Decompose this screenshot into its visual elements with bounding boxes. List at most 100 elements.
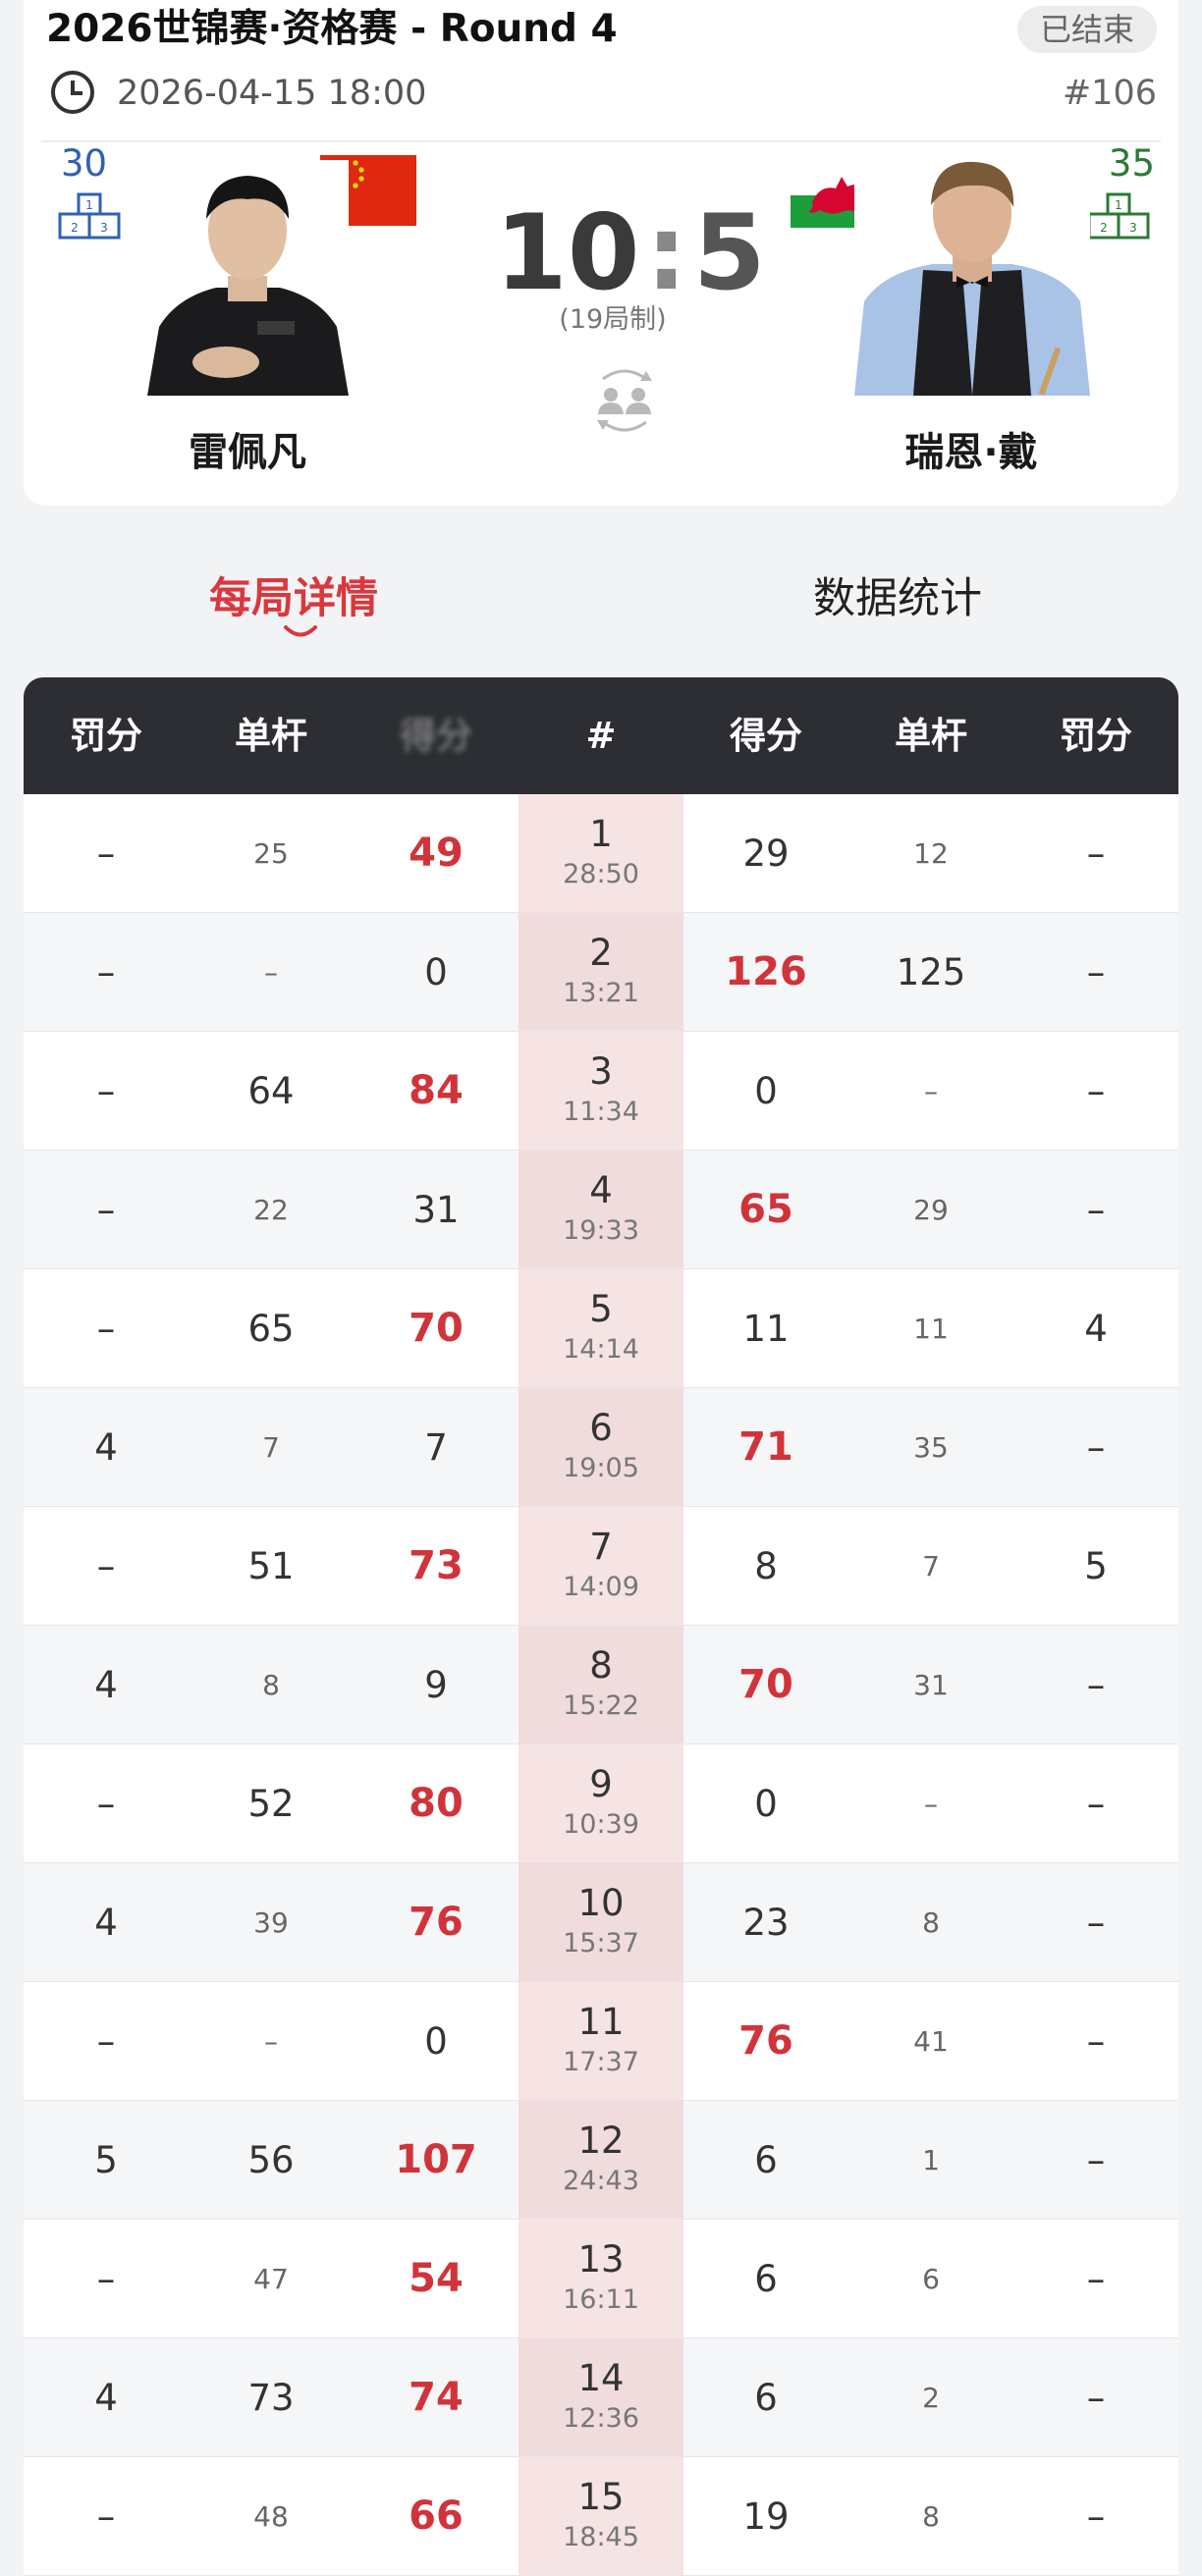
left-penalty-cell: – xyxy=(96,1307,116,1350)
frame-number: 14 xyxy=(577,2357,625,2399)
right-player-avatar xyxy=(854,154,1090,396)
left-break-cell: 73 xyxy=(247,2376,295,2419)
right-break-cell: 11 xyxy=(913,1312,949,1345)
header-left-score: 得分 xyxy=(400,715,472,757)
frame-duration: 11:34 xyxy=(563,1097,639,1127)
frame-duration: 18:45 xyxy=(563,2522,639,2552)
frame-number: 4 xyxy=(589,1169,613,1211)
frame-score-table: 罚分 单杆 得分 # 得分 单杆 罚分 –25 49 1 28:50 29 12– – –0 2… xyxy=(24,677,1178,2576)
table-row: – 48 66 15 18:45 19 8 – xyxy=(24,2457,1178,2576)
table-row: – 25 49 1 28:50 29 12 – xyxy=(24,794,1178,913)
right-break-cell: 8 xyxy=(922,1905,940,1939)
right-penalty-cell: – xyxy=(1086,2138,1106,2181)
left-score-cell: 73 xyxy=(409,1543,464,1588)
frame-number: 6 xyxy=(589,1407,613,1449)
left-penalty-cell: – xyxy=(96,1188,116,1231)
frame-number: 11 xyxy=(577,2001,625,2043)
left-break-cell: – xyxy=(264,2024,278,2058)
left-score-cell: 54 xyxy=(409,2256,464,2301)
frame-number: 2 xyxy=(589,932,613,974)
left-penalty-cell: – xyxy=(96,832,116,875)
tab-statistics[interactable]: 数据统计 xyxy=(813,569,982,628)
frame-duration: 12:36 xyxy=(563,2403,639,2434)
head-to-head-icon[interactable] xyxy=(587,365,662,434)
left-break-cell: 56 xyxy=(247,2138,295,2181)
svg-text:1: 1 xyxy=(85,198,93,212)
right-score-cell: 8 xyxy=(754,1544,778,1587)
frame-cell: 11 17:37 xyxy=(519,1982,683,2100)
frame-cell: 14 12:36 xyxy=(519,2338,683,2456)
right-score-cell: 65 xyxy=(738,1187,793,1232)
header-frame-number: # xyxy=(585,715,617,757)
left-break-cell: 64 xyxy=(247,1069,295,1112)
table-row: 4 73 74 14 12:36 6 2 – xyxy=(24,2338,1178,2457)
header-left-penalty: 罚分 xyxy=(70,715,142,757)
right-penalty-cell: – xyxy=(1086,2376,1106,2419)
frame-duration: 28:50 xyxy=(563,859,639,889)
podium-icon: 1 2 3 xyxy=(58,192,121,240)
right-score-cell: 29 xyxy=(742,832,790,875)
left-score: 10 xyxy=(495,192,640,313)
right-break-cell: 35 xyxy=(913,1430,949,1464)
right-penalty-cell: – xyxy=(1086,2495,1106,2538)
table-row: 4 39 76 10 15:37 23 8 – xyxy=(24,1863,1178,1982)
right-score-cell: 11 xyxy=(742,1307,790,1350)
right-break-cell: 6 xyxy=(922,2262,940,2295)
left-break-cell: 7 xyxy=(262,1430,280,1464)
right-score-cell: 23 xyxy=(742,1901,790,1944)
right-break-cell: 8 xyxy=(922,2499,940,2533)
table-row: – 47 54 13 16:11 6 6 – xyxy=(24,2220,1178,2338)
right-penalty-cell: – xyxy=(1086,1069,1106,1112)
frame-cell: 4 19:33 xyxy=(519,1151,683,1268)
frame-duration: 24:43 xyxy=(563,2166,639,2196)
right-score-cell: 6 xyxy=(754,2376,778,2419)
frame-number: 12 xyxy=(577,2120,625,2162)
left-penalty-cell: 5 xyxy=(94,2138,118,2181)
left-score-cell: 31 xyxy=(412,1188,460,1231)
right-break-cell: 41 xyxy=(913,2024,949,2058)
clock-icon xyxy=(51,71,94,114)
svg-text:2: 2 xyxy=(71,221,79,235)
left-penalty-cell: – xyxy=(96,2495,116,2538)
table-row: – 52 80 9 10:39 0 – – xyxy=(24,1744,1178,1863)
right-penalty-cell: 5 xyxy=(1084,1544,1108,1587)
right-penalty-cell: – xyxy=(1086,950,1106,993)
frame-number: 13 xyxy=(577,2238,625,2281)
right-break-cell: – xyxy=(924,1787,938,1820)
frame-number: 10 xyxy=(577,1882,625,1924)
active-tab-indicator xyxy=(284,625,317,637)
svg-text:3: 3 xyxy=(1129,221,1137,235)
frame-cell: 13 16:11 xyxy=(519,2220,683,2337)
match-header-card: 2026世锦赛·资格赛 - Round 4 已结束 2026-04-15 18:… xyxy=(24,0,1178,506)
right-score-cell: 6 xyxy=(754,2257,778,2300)
left-score-cell: 49 xyxy=(409,831,464,876)
right-break-cell: 125 xyxy=(896,950,966,993)
tab-frame-details[interactable]: 每局详情 xyxy=(209,569,378,628)
frame-number: 5 xyxy=(589,1288,613,1330)
left-break-cell: 25 xyxy=(253,836,289,870)
table-row: – 64 84 3 11:34 0 – – xyxy=(24,1032,1178,1151)
left-score-cell: 84 xyxy=(409,1068,464,1113)
header-right-break: 单杆 xyxy=(895,715,967,757)
right-score-cell: 76 xyxy=(738,2018,793,2064)
left-break-cell: 65 xyxy=(247,1307,295,1350)
table-row: – – 0 11 17:37 76 41 – xyxy=(24,1982,1178,2101)
table-body: –25 49 1 28:50 29 12– – –0 2 13:21 126 125– –64 84 3 11… xyxy=(24,794,1178,2576)
right-score-cell: 70 xyxy=(738,1662,793,1707)
right-penalty-cell: – xyxy=(1086,2257,1106,2300)
svg-text:2: 2 xyxy=(1100,221,1108,235)
frame-number: 8 xyxy=(589,1644,613,1687)
left-player-avatar xyxy=(147,160,349,396)
left-score-cell: 80 xyxy=(409,1781,464,1826)
left-break-cell: 51 xyxy=(247,1544,295,1587)
header-right-score: 得分 xyxy=(730,715,802,757)
frame-cell: 3 11:34 xyxy=(519,1032,683,1150)
right-penalty-cell: – xyxy=(1086,1901,1106,1944)
left-score-cell: 7 xyxy=(424,1425,448,1469)
right-score-cell: 19 xyxy=(742,2495,790,2538)
frame-cell: 9 10:39 xyxy=(519,1744,683,1862)
left-break-cell: 39 xyxy=(253,1905,289,1939)
frame-duration: 16:11 xyxy=(563,2284,639,2315)
right-penalty-cell: – xyxy=(1086,1425,1106,1469)
frame-duration: 14:09 xyxy=(563,1572,639,1602)
